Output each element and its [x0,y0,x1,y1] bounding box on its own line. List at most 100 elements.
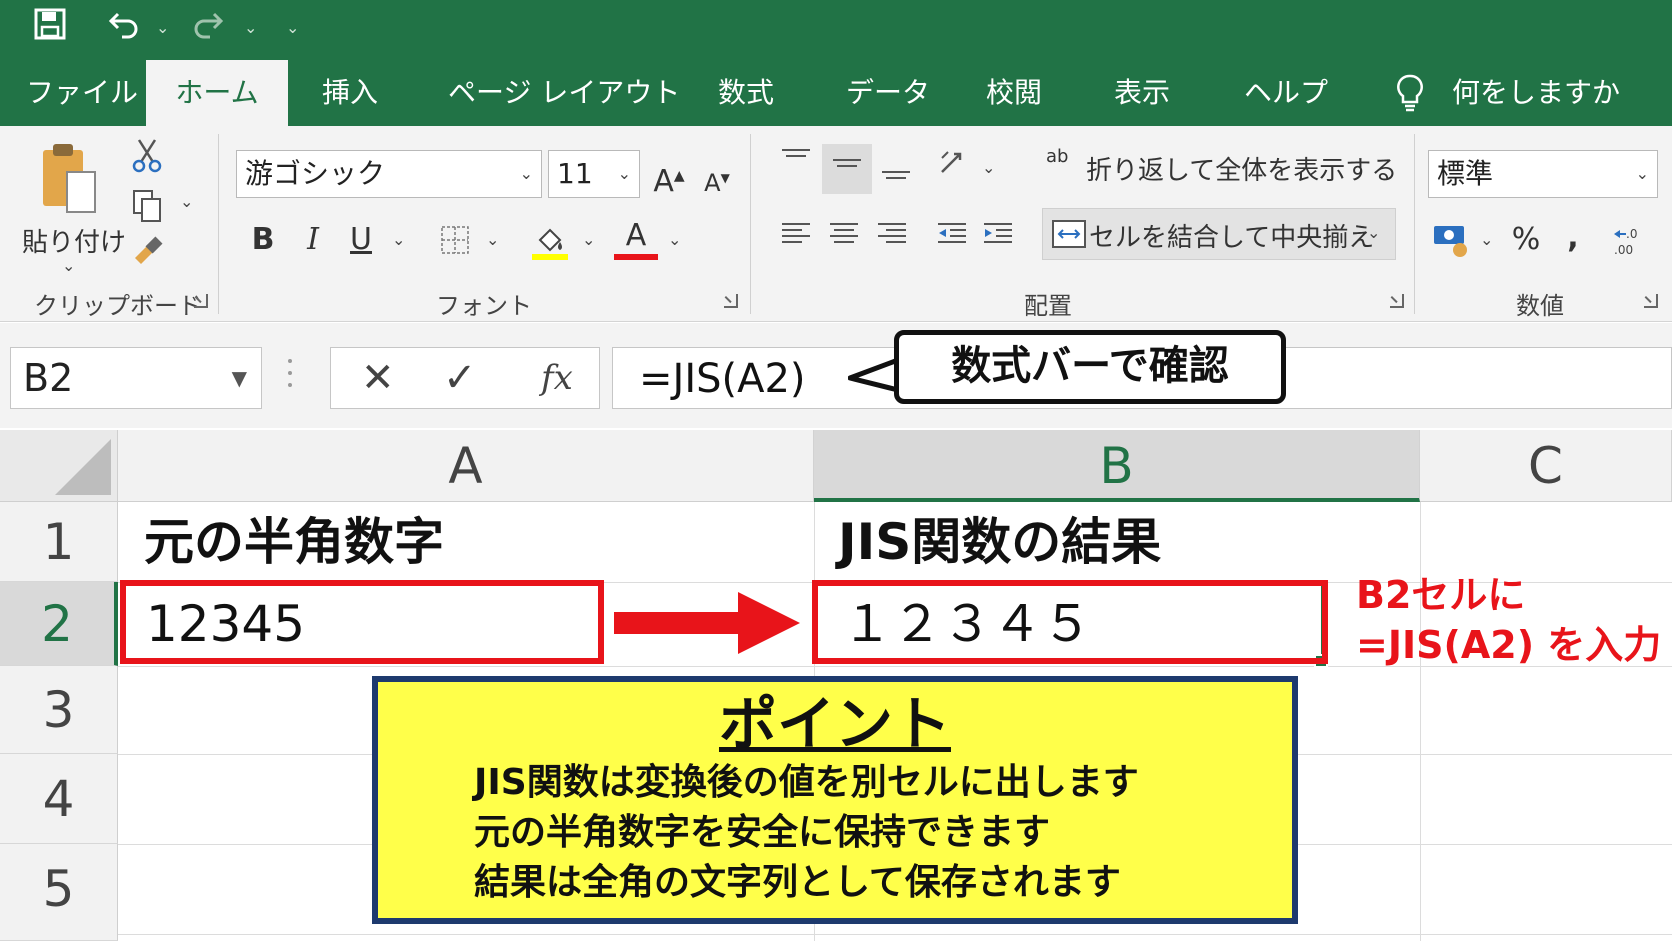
excel-window: ⌄ ⌄ ⌄ ファイル ホーム 挿入 ページ レイアウト 数式 データ 校閲 表示… [0,0,1672,941]
paste-dropdown-icon[interactable]: ⌄ [62,256,75,275]
fill-color-dropdown-icon[interactable]: ⌄ [582,230,595,249]
fill-color-icon[interactable] [530,222,570,273]
column-header-c[interactable]: C [1420,430,1672,502]
arrow-right-icon [614,592,800,654]
tab-insert[interactable]: 挿入 [322,60,378,126]
tab-home[interactable]: ホーム [146,60,288,126]
result-cell-highlight [812,580,1328,664]
underline-button[interactable]: U [344,220,378,260]
lightbulb-icon[interactable] [1394,60,1426,126]
increase-indent-icon[interactable] [978,218,1018,261]
font-group-label: フォント [436,292,532,320]
tell-me-search[interactable]: 何をしますか [1452,60,1620,126]
merge-center-dropdown-icon[interactable]: ⌄ [1367,223,1380,242]
grow-font-icon[interactable]: A▲ [652,156,686,202]
tab-data[interactable]: データ [846,60,930,126]
shrink-font-icon[interactable]: A▼ [700,158,734,203]
formula-buttons: ✕ ✓ fx [330,347,600,409]
redo-dropdown-icon[interactable]: ⌄ [244,18,257,37]
clipboard-launcher-icon[interactable] [194,294,208,308]
cancel-formula-icon[interactable]: ✕ [361,352,395,404]
copy-icon[interactable] [130,188,164,235]
formula-bar-callout: 数式バーで確認 [894,330,1286,404]
input-note: B2セルに =JIS(A2) を入力 [1356,570,1661,670]
row-header-3[interactable]: 3 [0,666,118,754]
row-header-5[interactable]: 5 [0,844,118,941]
clipboard-group-label: クリップボード [34,292,202,320]
cell-a1[interactable]: 元の半角数字 [144,502,444,582]
number-group-label: 数値 [1516,292,1564,320]
row-header-1[interactable]: 1 [0,502,118,582]
comma-style-button[interactable]: , [1560,218,1586,258]
source-cell-highlight [120,580,604,664]
point-line-3: 結果は全角の文字列として保存されます [474,862,1121,903]
input-note-line1: B2セルに [1356,573,1526,617]
tab-file[interactable]: ファイル [26,60,138,126]
tab-formulas[interactable]: 数式 [718,60,774,126]
alignment-launcher-icon[interactable] [1390,294,1404,308]
enter-formula-icon[interactable]: ✓ [443,352,477,404]
paste-label[interactable]: 貼り付け [22,222,126,259]
column-header-a[interactable]: A [118,430,814,502]
tab-help[interactable]: ヘルプ [1244,60,1328,126]
decrease-indent-icon[interactable] [932,218,972,261]
cut-icon[interactable] [130,138,164,185]
name-box[interactable]: B2 ▼ [10,347,262,409]
wrap-text-icon[interactable]: ab [1046,148,1068,166]
borders-icon[interactable] [438,224,472,267]
row-header-2[interactable]: 2 [0,582,118,666]
point-box: ポイント JIS関数は変換後の値を別セルに出します 元の半角数字を安全に保持でき… [372,676,1298,924]
tab-page-layout[interactable]: ページ レイアウト [448,60,680,126]
align-middle-icon[interactable] [822,144,872,194]
number-launcher-icon[interactable] [1644,294,1658,308]
number-format-combo[interactable]: 標準 ⌄ [1428,150,1658,198]
save-icon[interactable] [34,8,66,51]
align-left-icon[interactable] [776,218,816,261]
tab-review[interactable]: 校閲 [986,60,1042,126]
point-title: ポイント [718,690,951,758]
format-painter-icon[interactable] [130,234,164,277]
align-right-icon[interactable] [872,218,912,261]
merge-center-icon [1051,217,1087,255]
align-bottom-icon[interactable] [876,150,916,197]
alignment-group-label: 配置 [1024,292,1072,320]
borders-dropdown-icon[interactable]: ⌄ [486,230,499,249]
increase-decimal-icon[interactable]: .0.00 [1610,224,1650,269]
percent-style-button[interactable]: % [1508,220,1544,260]
cell-b1[interactable]: JIS関数の結果 [838,502,1161,582]
font-color-icon[interactable]: A [614,218,658,260]
formula-bar: B2 ▼ ✕ ✓ fx =JIS(A2) [0,323,1672,428]
insert-function-icon[interactable]: fx [541,352,573,404]
wrap-text-button[interactable]: 折り返して全体を表示する [1086,150,1397,187]
input-note-line2: =JIS(A2) を入力 [1356,623,1662,667]
merge-center-button[interactable]: セルを結合して中央揃え ⌄ [1042,208,1396,260]
ribbon-home: 貼り付け ⌄ ⌄ クリップボード 游ゴシック ⌄ 11 ⌄ A▲ A▼ B I U … [0,126,1672,322]
font-color-dropdown-icon[interactable]: ⌄ [668,230,681,249]
redo-icon[interactable] [192,8,224,51]
italic-button[interactable]: I [296,220,330,260]
tab-view[interactable]: 表示 [1114,60,1170,126]
point-line-1: JIS関数は変換後の値を別セルに出します [474,762,1139,803]
orientation-icon[interactable] [934,146,974,193]
row-header-4[interactable]: 4 [0,754,118,844]
paste-icon[interactable] [38,140,106,220]
select-all-corner[interactable] [0,430,118,502]
undo-dropdown-icon[interactable]: ⌄ [156,18,169,37]
customize-qat-icon[interactable]: ⌄ [286,18,299,37]
formula-bar-splitter[interactable] [288,359,292,395]
svg-text:.00: .00 [1614,243,1633,257]
column-header-b[interactable]: B [814,430,1420,502]
align-top-icon[interactable] [776,144,816,187]
underline-dropdown-icon[interactable]: ⌄ [392,230,405,249]
orientation-dropdown-icon[interactable]: ⌄ [982,158,995,177]
bold-button[interactable]: B [246,220,280,260]
ribbon-tabs: ファイル ホーム 挿入 ページ レイアウト 数式 データ 校閲 表示 ヘルプ 何… [0,60,1672,126]
align-center-icon[interactable] [824,218,864,261]
font-launcher-icon[interactable] [724,294,738,308]
font-name-combo[interactable]: 游ゴシック ⌄ [236,150,542,198]
copy-dropdown-icon[interactable]: ⌄ [180,192,193,211]
currency-dropdown-icon[interactable]: ⌄ [1480,230,1493,249]
undo-icon[interactable] [108,8,140,51]
currency-format-icon[interactable] [1432,222,1472,269]
font-size-combo[interactable]: 11 ⌄ [548,150,640,198]
